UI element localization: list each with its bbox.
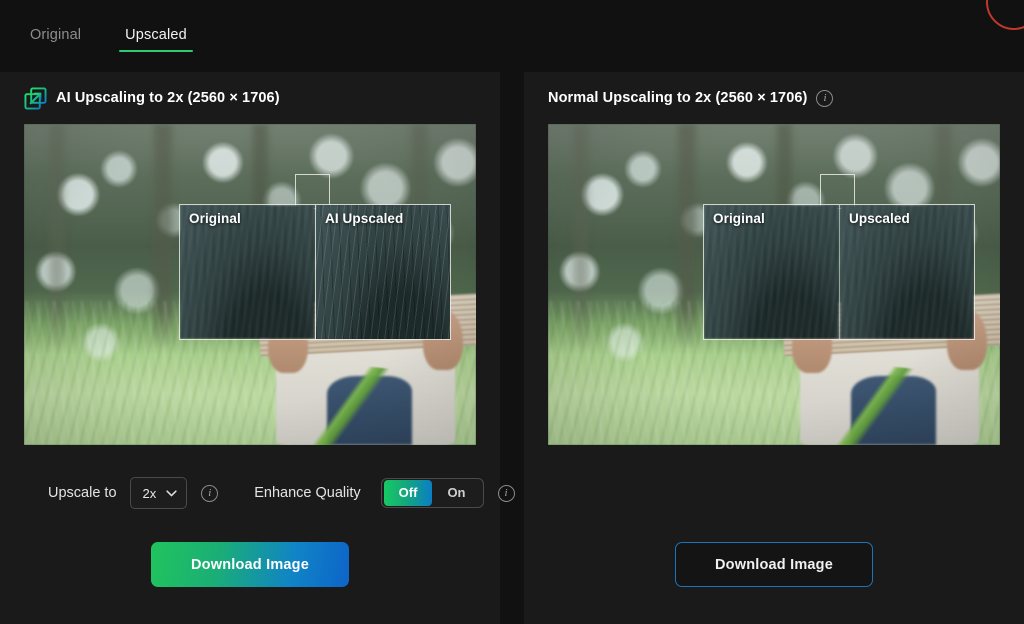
tab-upscaled[interactable]: Upscaled <box>119 26 193 52</box>
normal-upscaling-info-icon[interactable]: i <box>816 89 834 107</box>
upscale-info-icon[interactable]: i <box>201 484 219 502</box>
normal-preview-image[interactable]: Original Upscaled <box>548 124 1000 445</box>
normal-panel-header: Normal Upscaling to 2x (2560 × 1706) i <box>524 72 1024 124</box>
normal-download-image-button[interactable]: Download Image <box>675 542 873 587</box>
ai-download-image-button[interactable]: Download Image <box>151 542 349 587</box>
ai-compare-original-label: Original <box>189 211 241 226</box>
ai-controls-row: Upscale to 2x i Enhance Quality Off On i <box>48 477 515 509</box>
corner-decoration-circle <box>986 0 1024 30</box>
ai-upscale-icon <box>24 86 47 110</box>
ai-upscaling-panel: AI Upscaling to 2x (2560 × 1706) Origina… <box>0 72 515 624</box>
ai-download-wrap: Download Image <box>0 542 500 587</box>
chevron-down-icon <box>166 489 177 496</box>
normal-compare-upscaled-half: Upscaled <box>839 205 974 339</box>
normal-upscaling-panel: Normal Upscaling to 2x (2560 × 1706) i O… <box>524 72 1024 624</box>
normal-compare-overlay[interactable]: Original Upscaled <box>703 204 975 340</box>
ai-compare-upscaled-half: AI Upscaled <box>315 205 450 339</box>
normal-compare-original-label: Original <box>713 211 765 226</box>
enhance-quality-on-option[interactable]: On <box>432 480 480 506</box>
enhance-info-icon[interactable]: i <box>497 484 515 502</box>
view-tabs: Original Upscaled <box>24 26 193 52</box>
upscale-factor-value: 2x <box>142 485 157 501</box>
normal-compare-original-half: Original <box>704 205 839 339</box>
upscale-factor-select[interactable]: 2x <box>129 477 188 509</box>
enhance-quality-toggle[interactable]: Off On <box>380 478 484 508</box>
tab-original[interactable]: Original <box>24 26 87 52</box>
enhance-quality-off-option[interactable]: Off <box>383 480 433 506</box>
comparison-panels: AI Upscaling to 2x (2560 × 1706) Origina… <box>0 72 1024 624</box>
ai-preview-image[interactable]: Original AI Upscaled <box>24 124 476 445</box>
enhance-quality-label: Enhance Quality <box>254 485 361 501</box>
upscaler-result-page: Original Upscaled AI Upscaling to 2x (25… <box>0 0 1024 624</box>
normal-panel-title: Normal Upscaling to 2x (2560 × 1706) <box>548 90 808 106</box>
ai-panel-title: AI Upscaling to 2x (2560 × 1706) <box>56 90 280 106</box>
upscale-to-label: Upscale to <box>48 485 117 501</box>
ai-compare-overlay[interactable]: Original AI Upscaled <box>179 204 451 340</box>
ai-panel-header: AI Upscaling to 2x (2560 × 1706) <box>0 72 500 124</box>
normal-compare-upscaled-label: Upscaled <box>849 211 910 226</box>
ai-compare-original-half: Original <box>180 205 315 339</box>
normal-download-wrap: Download Image <box>524 542 1024 587</box>
ai-compare-upscaled-label: AI Upscaled <box>325 211 404 226</box>
